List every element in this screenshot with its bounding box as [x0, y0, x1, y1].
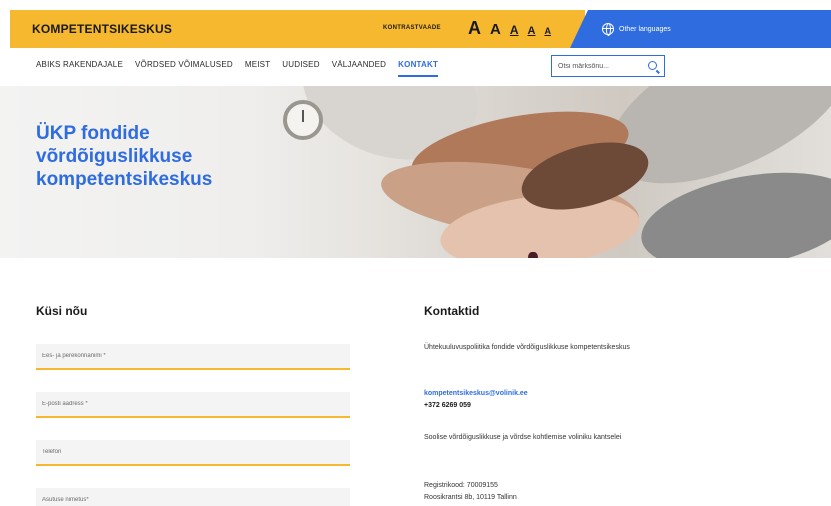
wristwatch [283, 100, 323, 140]
name-input[interactable] [42, 353, 350, 359]
globe-icon [602, 23, 614, 36]
other-languages-label: Other languages [619, 25, 671, 33]
font-size-controls: A A A A A [468, 18, 551, 39]
contacts-section: Kontaktid Ühtekuuluvuspoliitika fondide … [424, 304, 724, 501]
contacts-phone: +372 6269 059 [424, 402, 471, 409]
nav-item-vordsed-voimalused[interactable]: VÕRDSED VÕIMALUSED [135, 60, 233, 77]
other-languages-link[interactable]: Other languages [602, 23, 671, 36]
font-size-2[interactable]: A [490, 21, 501, 38]
page-title: ÜKP fondide võrdõiguslikkuse kompetentsi… [36, 123, 213, 190]
contacts-address: Roosikrantsi 8b, 10119 Tallinn [424, 494, 517, 501]
search-icon[interactable] [648, 61, 657, 70]
top-bar: KOMPETENTSIKESKUS KONTRASTVAADE A A A A … [10, 10, 831, 48]
email-field [36, 392, 350, 418]
phone-field [36, 440, 350, 466]
brand-bar: KOMPETENTSIKESKUS KONTRASTVAADE A A A A … [10, 10, 585, 48]
contrast-toggle[interactable]: KONTRASTVAADE [383, 25, 441, 31]
phone-input[interactable] [42, 449, 350, 455]
main-nav: ABIKS RAKENDAJALE VÕRDSED VÕIMALUSED MEI… [36, 60, 439, 77]
contacts-office: Soolise võrdõiguslikkuse ja võrdse kohtl… [424, 434, 622, 441]
search-box [551, 55, 665, 77]
nav-item-uudised[interactable]: UUDISED [282, 60, 319, 77]
font-size-1[interactable]: A [468, 18, 481, 39]
form-title: Küsi nõu [36, 304, 88, 318]
nav-item-abiks-rakendajale[interactable]: ABIKS RAKENDAJALE [36, 60, 123, 77]
font-size-5[interactable]: A [544, 26, 551, 36]
font-size-3[interactable]: A [510, 23, 519, 37]
organization-input[interactable] [42, 497, 350, 503]
font-size-4[interactable]: A [528, 25, 536, 37]
email-input[interactable] [42, 401, 350, 407]
site-logo[interactable]: KOMPETENTSIKESKUS [32, 22, 172, 36]
hero-banner: ÜKP fondide võrdõiguslikkuse kompetentsi… [0, 86, 831, 258]
contacts-title: Kontaktid [424, 304, 480, 318]
nav-item-meist[interactable]: MEIST [245, 60, 270, 77]
language-bar: Other languages [570, 10, 831, 48]
organization-field [36, 488, 350, 506]
nav-item-kontakt[interactable]: KONTAKT [398, 60, 439, 77]
contacts-organization: Ühtekuuluvuspoliitika fondide võrdõigusl… [424, 344, 630, 351]
name-field [36, 344, 350, 370]
contacts-email-link[interactable]: kompetentsikeskus@volinik.ee [424, 390, 528, 397]
search-input[interactable] [558, 62, 638, 70]
contacts-reg-code: Registrikood: 70009155 [424, 482, 498, 489]
nav-item-valjaanded[interactable]: VÄLJAANDED [332, 60, 386, 77]
